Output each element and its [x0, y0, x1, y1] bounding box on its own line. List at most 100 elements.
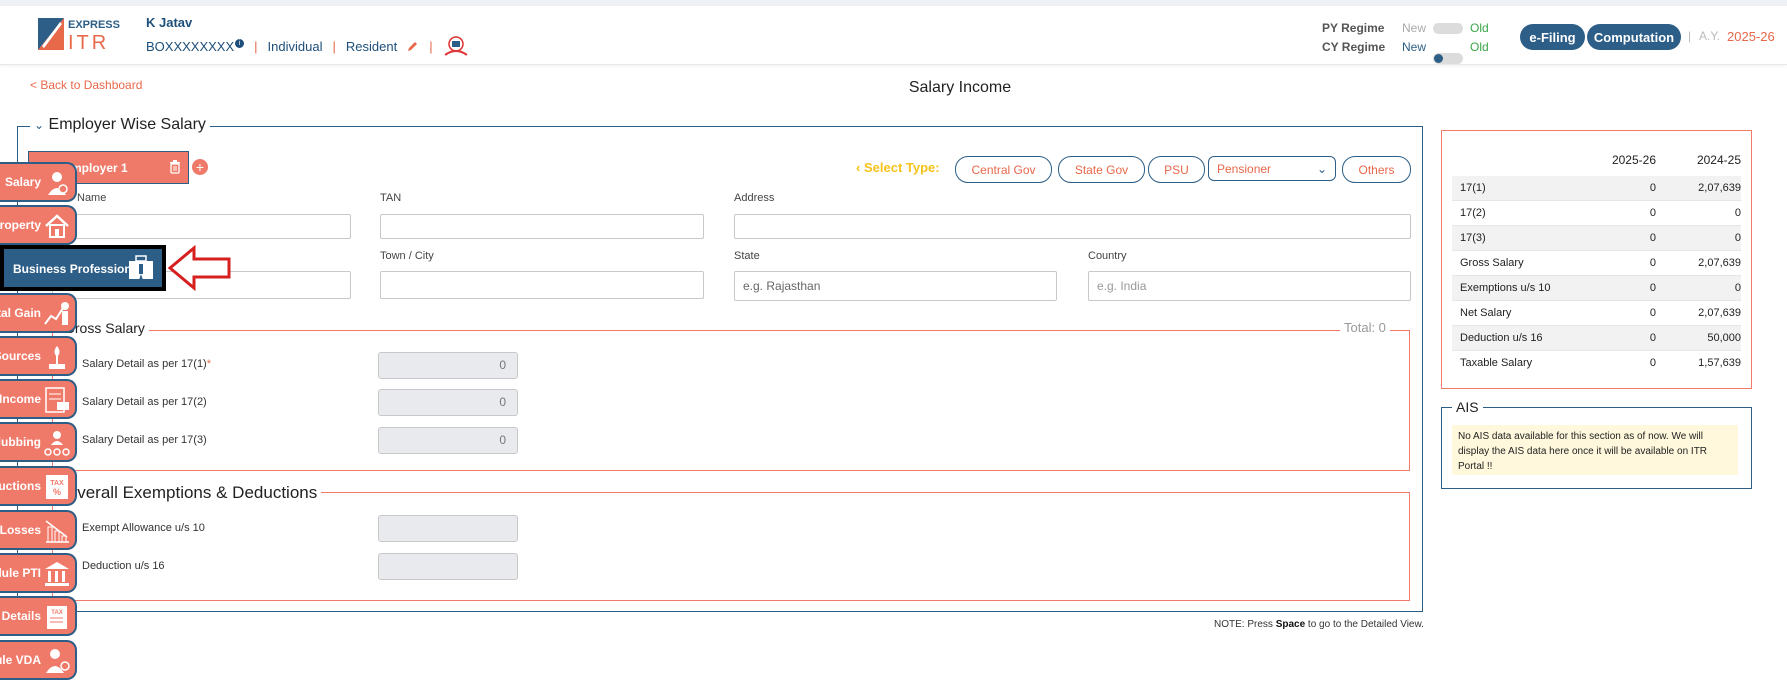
type-psu-button[interactable]: PSU — [1148, 156, 1205, 183]
edit-pencil-icon[interactable] — [407, 40, 419, 52]
sidebar-item-business-profession[interactable]: Business Profession — [4, 249, 162, 287]
employer-section-title: Employer Wise Salary — [48, 116, 206, 133]
pan-number: BOXXXXXXXX i — [146, 38, 245, 54]
salary-17-3-label: Salary Detail as per 17(3) — [82, 434, 207, 446]
country-label: Country — [1088, 250, 1127, 262]
sidebar-item-salary[interactable]: Salary — [0, 162, 77, 202]
type-others-button[interactable]: Others — [1342, 156, 1411, 183]
tan-input[interactable] — [380, 214, 704, 239]
sidebar-item-schedule-vda[interactable]: Schedule VDA — [0, 640, 77, 680]
summary-row: Exemptions u/s 10 0 0 — [1452, 276, 1741, 301]
add-employer-icon[interactable]: + — [192, 159, 208, 175]
residency-label: Resident — [345, 38, 398, 54]
computation-button[interactable]: Computation — [1587, 24, 1681, 50]
tax-clipboard-icon: TAX — [47, 606, 67, 629]
ais-message: No AIS data available for this section a… — [1452, 425, 1738, 475]
sidebar-item-label: Clubbing — [0, 435, 41, 449]
gross-salary-section — [52, 330, 1410, 471]
user-name: K Jatav — [146, 15, 193, 30]
type-state-gov-button[interactable]: State Gov — [1058, 156, 1145, 183]
name-label: Name — [77, 192, 107, 204]
select-type-label: ‹ Select Type: — [856, 160, 940, 175]
separator: | — [254, 38, 258, 54]
country-input[interactable]: e.g. India — [1088, 271, 1411, 301]
tax-percent-icon: TAX% — [46, 475, 68, 499]
vda-icon — [46, 649, 70, 673]
address-input[interactable] — [734, 214, 1411, 239]
losses-chart-icon — [45, 520, 69, 543]
briefcase-icon — [129, 255, 153, 280]
exemptions-legend: Overall Exemptions & Deductions — [60, 483, 322, 503]
trash-icon[interactable] — [169, 160, 181, 174]
summary-row: 17(3) 0 0 — [1452, 226, 1741, 251]
info-icon[interactable]: i — [235, 38, 245, 48]
sidebar-item-losses[interactable]: Losses — [0, 510, 77, 550]
employer-section-legend[interactable]: ⌄ Employer Wise Salary — [30, 116, 210, 134]
cy-new-label: New — [1402, 40, 1427, 54]
bank-icon — [45, 562, 69, 586]
exempt-allowance-input[interactable] — [378, 515, 518, 542]
salary-summary-table: 2025-26 2024-25 17(1) 0 2,07,639 17(2) 0 0 1… — [1452, 144, 1741, 375]
ay-value[interactable]: 2025-26 — [1727, 29, 1775, 44]
salary-17-1-input[interactable]: 0 — [378, 352, 518, 379]
status-label: Individual — [267, 38, 323, 54]
pensioner-select[interactable]: Pensioner ⌄ — [1208, 156, 1336, 181]
employer-name-input[interactable] — [52, 214, 351, 239]
town-city-input[interactable] — [380, 271, 704, 299]
svg-text:%: % — [53, 487, 61, 497]
clubbing-icon — [44, 431, 70, 456]
salary-17-2-input[interactable]: 0 — [378, 389, 518, 416]
sidebar-item-schedule-pti[interactable]: Schedule PTI — [0, 553, 77, 593]
type-central-gov-button[interactable]: Central Gov — [955, 156, 1052, 183]
other-sources-icon — [49, 346, 65, 369]
py-regime-toggle[interactable] — [1433, 23, 1463, 34]
sidebar-item-capital-gain[interactable]: Capital Gain — [0, 293, 77, 333]
py-new-label: New — [1402, 21, 1427, 35]
user-profile-bar: BOXXXXXXXX i | Individual | Resident | — [146, 35, 469, 57]
sidebar-item-label: Property — [0, 218, 41, 232]
salary-icon — [48, 172, 68, 195]
separator: | — [332, 38, 336, 54]
page-title: Salary Income — [908, 79, 1012, 96]
chevron-down-icon[interactable]: ⌄ — [34, 118, 44, 132]
express-itr-logo[interactable]: EXPRESS ITR — [38, 16, 130, 52]
summary-row: Gross Salary 0 2,07,639 — [1452, 251, 1741, 276]
ais-legend: AIS — [1452, 399, 1483, 415]
svg-text:TAX: TAX — [50, 480, 64, 487]
gross-salary-total: Total: 0 — [1340, 320, 1390, 335]
sidebar-item-clubbing[interactable]: Clubbing — [0, 422, 77, 462]
summary-row: 17(1) 0 2,07,639 — [1452, 176, 1741, 201]
sidebar-item-label: Schedule PTI — [0, 566, 41, 580]
sidebar-item-label: Deductions — [0, 479, 41, 493]
separator: | — [1688, 29, 1692, 43]
sidebar-item-other-sources[interactable]: Other Sources — [0, 336, 77, 376]
sidebar-item-tax-details[interactable]: Tax Details TAX — [0, 596, 77, 636]
sidebar-item-deductions[interactable]: Deductions TAX% — [0, 466, 77, 506]
house-icon — [45, 214, 69, 238]
deduction-16-input[interactable] — [378, 553, 518, 580]
efiling-button[interactable]: e-Filing — [1520, 24, 1585, 50]
emblem-icon — [443, 36, 468, 56]
salary-17-1-label: Salary Detail as per 17(1)* — [82, 358, 212, 370]
sidebar-item-exempt-income[interactable]: Exempt Income — [0, 379, 77, 419]
sidebar-item-label: Salary — [4, 175, 41, 189]
chevron-left-icon: ‹ — [856, 160, 861, 175]
exempt-allowance-label: Exempt Allowance u/s 10 — [82, 522, 205, 534]
state-input[interactable]: e.g. Rajasthan — [734, 271, 1057, 301]
sidebar-item-label: Tax Details — [0, 609, 41, 623]
cy-regime-toggle[interactable] — [1433, 53, 1463, 64]
state-label: State — [734, 250, 760, 262]
sidebar-item-label: Losses — [0, 523, 41, 537]
pensioner-select-value: Pensioner — [1217, 161, 1272, 176]
chevron-down-icon: ⌄ — [1316, 161, 1327, 176]
sidebar-item-property[interactable]: Property — [0, 205, 77, 245]
salary-17-3-input[interactable]: 0 — [378, 427, 518, 454]
ay-label: A.Y. — [1699, 29, 1721, 43]
summary-col-current: 2025-26 — [1611, 153, 1656, 167]
summary-header: 2025-26 2024-25 — [1452, 144, 1741, 176]
py-regime-label: PY Regime — [1322, 21, 1385, 35]
summary-row: Deduction u/s 16 0 50,000 — [1452, 326, 1741, 351]
summary-row: Taxable Salary 0 1,57,639 — [1460, 357, 1741, 369]
detailed-view-note: NOTE: Press Space to go to the Detailed … — [1214, 619, 1424, 630]
sidebar-item-label: Business Profession — [13, 262, 132, 276]
